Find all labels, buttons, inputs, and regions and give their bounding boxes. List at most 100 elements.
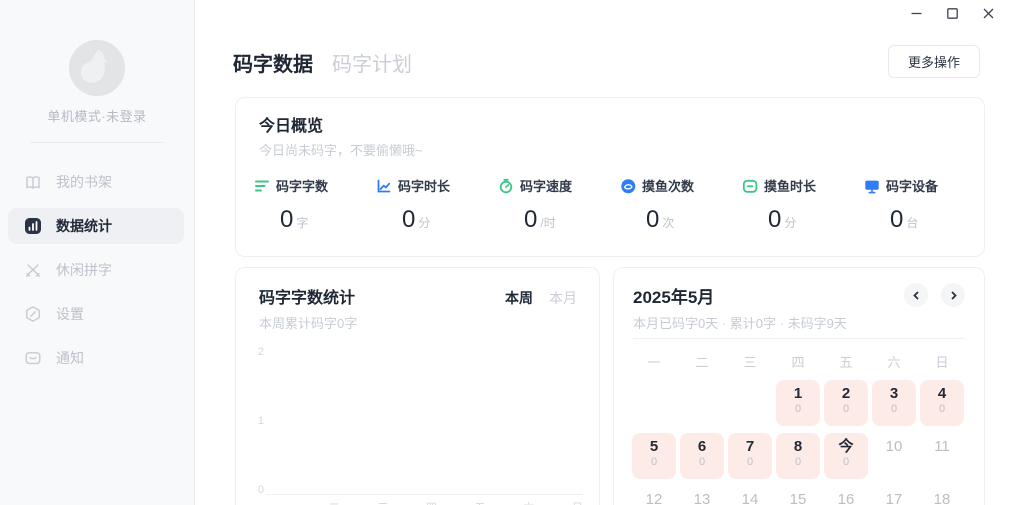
- stat-value: 0: [768, 206, 781, 233]
- x-axis-tick: 四: [426, 499, 437, 505]
- weekday-label: 日: [918, 352, 966, 371]
- calendar-cell[interactable]: 2 0: [824, 380, 868, 426]
- sidebar-item-label: 我的书架: [56, 172, 112, 192]
- calendar-cell[interactable]: 17: [872, 486, 916, 505]
- device-icon: [864, 178, 880, 194]
- calendar-week-row: 1 0 2 0 3 0 4 0: [630, 380, 970, 433]
- avatar-silhouette-icon: [69, 40, 125, 96]
- chart-range-tabs: 本周 本月: [505, 288, 577, 308]
- crossed-swords-icon: [24, 261, 42, 279]
- calendar-week-row: 12 13 14 15 16 17 18: [630, 486, 970, 505]
- x-axis-tick: 二: [329, 499, 340, 505]
- stat-value: 0: [646, 206, 659, 233]
- chart-subtitle: 本周累计码字0字: [259, 313, 357, 332]
- calendar-cell[interactable]: 5 0: [632, 433, 676, 479]
- calendar-nav: [904, 283, 965, 307]
- calendar-cell[interactable]: 11: [920, 433, 964, 479]
- word-count-icon: [254, 178, 270, 194]
- weekday-label: 三: [726, 352, 774, 371]
- stat-typing-duration: 码字时长 0分: [376, 176, 498, 234]
- sidebar-item-label: 通知: [56, 348, 84, 368]
- login-status-label[interactable]: 单机模式·未登录: [0, 106, 194, 125]
- calendar-cell-today[interactable]: 今 0: [824, 433, 868, 479]
- sidebar-item-notifications[interactable]: 通知: [8, 340, 184, 376]
- x-axis-line: [266, 494, 583, 495]
- slack-duration-icon: [742, 178, 758, 194]
- calendar-card: 2025年5月 本月已码字0天 · 累计0字 · 未码字9天 一 二 三 四 五…: [613, 267, 985, 505]
- x-axis-tick: 一: [280, 499, 291, 505]
- y-axis-tick: 1: [248, 415, 264, 427]
- calendar-cell-empty: [632, 380, 676, 426]
- x-axis-tick: 三: [377, 499, 388, 505]
- window-controls: [898, 0, 1006, 26]
- notification-icon: [24, 349, 42, 367]
- y-axis-tick: 2: [248, 346, 264, 358]
- calendar-next-button[interactable]: [941, 283, 965, 307]
- sidebar-divider: [30, 142, 164, 143]
- minimize-button[interactable]: [898, 0, 934, 26]
- chart-tab-this-week[interactable]: 本周: [505, 288, 533, 308]
- stat-unit: /时: [540, 216, 555, 230]
- weekday-label: 二: [678, 352, 726, 371]
- overview-title: 今日概览: [259, 112, 323, 136]
- avatar[interactable]: [69, 40, 125, 96]
- maximize-icon: [946, 7, 959, 20]
- x-axis-ticks: 一 二 三 四 五 六 日: [280, 499, 583, 505]
- chevron-left-icon: [912, 291, 921, 300]
- calendar-cell[interactable]: 14: [728, 486, 772, 505]
- more-actions-button[interactable]: 更多操作: [888, 45, 980, 78]
- sidebar-item-bookshelf[interactable]: 我的书架: [8, 164, 184, 200]
- stat-unit: 分: [418, 216, 430, 230]
- x-axis-tick: 六: [523, 499, 534, 505]
- calendar-cell[interactable]: 16: [824, 486, 868, 505]
- stat-typing-device: 码字设备 0台: [864, 176, 986, 234]
- tab-typing-data[interactable]: 码字数据: [233, 48, 313, 77]
- chart-tab-this-month[interactable]: 本月: [549, 288, 577, 308]
- calendar-cell[interactable]: 6 0: [680, 433, 724, 479]
- calendar-title: 2025年5月: [633, 283, 714, 308]
- typing-duration-icon: [376, 178, 392, 194]
- minimize-icon: [910, 7, 923, 20]
- sidebar-item-label: 设置: [56, 304, 84, 324]
- settings-icon: [24, 305, 42, 323]
- stat-value: 0: [524, 206, 537, 233]
- calendar-cell-empty: [680, 380, 724, 426]
- stats-icon: [24, 217, 42, 235]
- stat-unit: 台: [906, 216, 918, 230]
- stat-slack-count: 摸鱼次数 0次: [620, 176, 742, 234]
- sidebar-item-settings[interactable]: 设置: [8, 296, 184, 332]
- stat-value: 0: [890, 206, 903, 233]
- today-overview-card: 今日概览 今日尚未码字，不要偷懒哦~ 码字字数 0字 码字时: [235, 97, 985, 257]
- maximize-button[interactable]: [934, 0, 970, 26]
- sidebar-item-statistics[interactable]: 数据统计: [8, 208, 184, 244]
- calendar-cell[interactable]: 18: [920, 486, 964, 505]
- calendar-cell[interactable]: 13: [680, 486, 724, 505]
- calendar-weekday-row: 一 二 三 四 五 六 日: [630, 352, 970, 371]
- tab-typing-plan[interactable]: 码字计划: [332, 48, 412, 77]
- calendar-cell[interactable]: 3 0: [872, 380, 916, 426]
- sidebar-item-word-game[interactable]: 休闲拼字: [8, 252, 184, 288]
- calendar-cell[interactable]: 7 0: [728, 433, 772, 479]
- calendar-prev-button[interactable]: [904, 283, 928, 307]
- y-axis-tick: 0: [248, 484, 264, 496]
- bookshelf-icon: [24, 173, 42, 191]
- typing-speed-icon: [498, 178, 514, 194]
- chevron-right-icon: [949, 291, 958, 300]
- weekday-label: 四: [774, 352, 822, 371]
- calendar-cell[interactable]: 8 0: [776, 433, 820, 479]
- stat-word-count: 码字字数 0字: [254, 176, 376, 234]
- close-button[interactable]: [970, 0, 1006, 26]
- calendar-cell[interactable]: 12: [632, 486, 676, 505]
- calendar-cell[interactable]: 1 0: [776, 380, 820, 426]
- calendar-cell[interactable]: 4 0: [920, 380, 964, 426]
- app-window: 单机模式·未登录 我的书架 数据统计: [0, 0, 1010, 505]
- stat-slack-duration: 摸鱼时长 0分: [742, 176, 864, 234]
- chart-title: 码字字数统计: [259, 284, 355, 308]
- weekday-label: 五: [822, 352, 870, 371]
- overview-subtitle: 今日尚未码字，不要偷懒哦~: [259, 140, 423, 159]
- main-tabs: 码字数据 码字计划: [233, 48, 412, 77]
- calendar-cell[interactable]: 10: [872, 433, 916, 479]
- x-axis-tick: 日: [572, 499, 583, 505]
- stat-unit: 分: [784, 216, 796, 230]
- calendar-cell[interactable]: 15: [776, 486, 820, 505]
